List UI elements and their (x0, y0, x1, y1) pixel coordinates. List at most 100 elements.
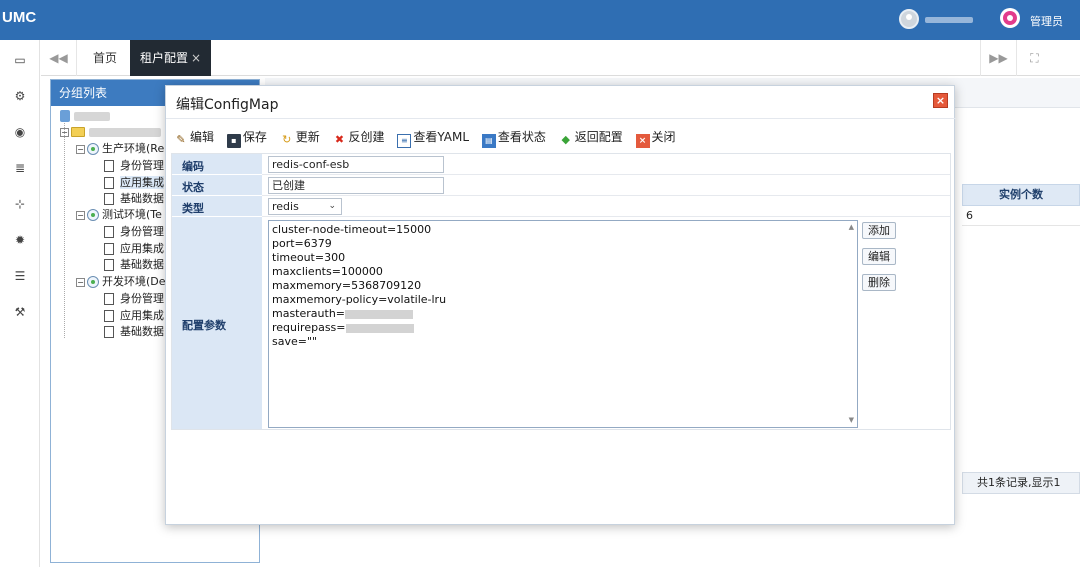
type-select[interactable]: redis ⌄ (268, 198, 342, 215)
save-button-label: 保存 (242, 130, 267, 144)
admin-location-icon[interactable] (1000, 8, 1020, 28)
param-line: timeout=300 (272, 251, 346, 264)
param-line: save="" (272, 335, 318, 348)
cross-icon: ✖ (334, 133, 345, 146)
server-icon[interactable]: ≣ (12, 160, 28, 176)
tab-tenant-config-label: 租户配置 (140, 51, 189, 65)
tree-env-production[interactable]: − 生产环境(Re (76, 141, 164, 157)
uncreate-button[interactable]: ✖ 反创建 (333, 128, 385, 147)
code-field[interactable]: redis-conf-esb (268, 156, 444, 173)
update-button[interactable]: ↻ 更新 (280, 128, 320, 147)
tree-env-label: 测试环境(Te (102, 208, 162, 221)
update-button-label: 更新 (295, 130, 320, 144)
tab-tenant-config[interactable]: 租户配置 × (130, 40, 212, 76)
back-to-config-button-label: 返回配置 (574, 130, 623, 144)
collapse-toggle-icon[interactable]: − (76, 144, 85, 154)
param-line: cluster-node-timeout=15000 (272, 223, 432, 236)
param-line: maxclients=100000 (272, 265, 383, 278)
admin-label[interactable]: 管理员 (1030, 13, 1063, 29)
tab-close-icon[interactable]: × (191, 51, 201, 65)
status-label: 状态 (182, 181, 204, 194)
tree-env-label: 开发环境(De (102, 275, 166, 288)
environment-icon (87, 209, 99, 221)
param-line-requirepass: requirepass= (272, 321, 854, 335)
tree-leaf-label: 身份管理 (120, 159, 164, 172)
add-param-button[interactable]: 添加 (862, 222, 896, 239)
dialog-close-icon[interactable]: × (933, 93, 948, 108)
tree-leaf-item[interactable]: 基础数据 (104, 257, 164, 273)
save-icon: ▪ (226, 134, 241, 148)
view-yaml-button[interactable]: ≡ 查看YAML (397, 128, 469, 148)
wrench-icon[interactable]: ⚒ (12, 304, 28, 320)
status-field[interactable]: 已创建 (268, 177, 444, 194)
gears-icon[interactable]: ⚙ (12, 88, 28, 104)
back-to-config-button[interactable]: ◆ 返回配置 (559, 128, 623, 147)
param-line: maxmemory-policy=volatile-lru (272, 293, 447, 306)
tree-leaf-label: 应用集成 (120, 242, 164, 255)
collapse-toggle-icon[interactable]: − (76, 277, 85, 287)
dialog-divider (166, 118, 956, 119)
close-icon: × (635, 134, 650, 148)
edit-param-button[interactable]: 编辑 (862, 248, 896, 265)
gear-icon[interactable]: ✹ (12, 232, 28, 248)
configmap-form: 编码 redis-conf-esb 状态 已创建 类型 redis ⌄ 配置参数… (171, 153, 951, 430)
tree-org-item[interactable]: − (60, 124, 161, 140)
redacted-value (345, 323, 414, 333)
document-icon (104, 326, 114, 338)
sitemap-icon[interactable]: ⊹ (12, 196, 28, 212)
tab-home[interactable]: 首页 (83, 40, 127, 76)
user-avatar-icon[interactable] (899, 9, 919, 29)
pencil-icon: ✎ (176, 133, 186, 146)
tenant-icon (60, 110, 70, 122)
tree-root-item[interactable] (60, 108, 110, 124)
delete-param-button[interactable]: 删除 (862, 274, 896, 291)
tab-scroll-right-icon[interactable]: ▶▶ (980, 40, 1016, 76)
param-key: masterauth= (272, 307, 346, 320)
grid-pager-info: 共1条记录,显示1 (962, 472, 1080, 494)
tab-scroll-left-icon[interactable]: ◀◀ (41, 40, 77, 76)
tree-leaf-item-selected[interactable]: 应用集成 (104, 175, 164, 191)
row-divider (262, 174, 950, 175)
tree-leaf-item[interactable]: 应用集成 (104, 308, 164, 324)
close-button[interactable]: × 关闭 (635, 128, 676, 148)
tree-guide-line (64, 120, 65, 338)
tree-env-test[interactable]: − 测试环境(Te (76, 207, 162, 223)
document-icon (104, 310, 114, 322)
view-status-button[interactable]: ▤ 查看状态 (481, 128, 546, 148)
user-name-redacted[interactable] (925, 17, 973, 23)
tree-leaf-item[interactable]: 基础数据 (104, 324, 164, 340)
id-card-icon[interactable]: ▭ (12, 52, 28, 68)
tree-env-dev[interactable]: − 开发环境(De (76, 274, 166, 290)
environment-icon (87, 276, 99, 288)
app-brand[interactable]: UMC (2, 9, 36, 26)
list-icon[interactable]: ☰ (12, 268, 28, 284)
edit-button-label: 编辑 (190, 130, 215, 144)
tree-leaf-item[interactable]: 身份管理 (104, 291, 164, 307)
chevron-down-icon: ⌄ (328, 201, 336, 211)
eye-icon[interactable]: ◉ (12, 124, 28, 140)
tree-leaf-label: 基础数据 (120, 258, 164, 271)
tab-bar: ◀◀ 首页 租户配置 × ▶▶ ⛶ (41, 40, 1080, 76)
code-label: 编码 (182, 160, 204, 173)
tree-leaf-item[interactable]: 应用集成 (104, 241, 164, 257)
tree-leaf-item[interactable]: 基础数据 (104, 191, 164, 207)
fullscreen-icon[interactable]: ⛶ (1016, 40, 1052, 76)
config-params-textarea[interactable]: cluster-node-timeout=15000 port=6379 tim… (268, 220, 858, 428)
scroll-up-icon[interactable]: ▲ (849, 223, 854, 231)
tree-leaf-item[interactable]: 身份管理 (104, 224, 164, 240)
collapse-toggle-icon[interactable]: − (76, 210, 85, 220)
document-icon (104, 177, 114, 189)
document-icon (104, 226, 114, 238)
edit-button[interactable]: ✎ 编辑 (174, 128, 214, 147)
document-icon: ≡ (397, 134, 412, 148)
document-icon (104, 243, 114, 255)
scroll-down-icon[interactable]: ▼ (849, 416, 854, 424)
tree-leaf-item[interactable]: 身份管理 (104, 158, 164, 174)
document-icon (104, 259, 114, 271)
grid-column-header[interactable]: 实例个数 (962, 184, 1080, 206)
collapse-toggle-icon[interactable]: − (60, 127, 69, 137)
dialog-title: 编辑ConfigMap (176, 97, 279, 113)
save-button[interactable]: ▪ 保存 (226, 128, 267, 148)
tab-home-label: 首页 (93, 51, 118, 65)
tree-env-label: 生产环境(Re (102, 142, 165, 155)
